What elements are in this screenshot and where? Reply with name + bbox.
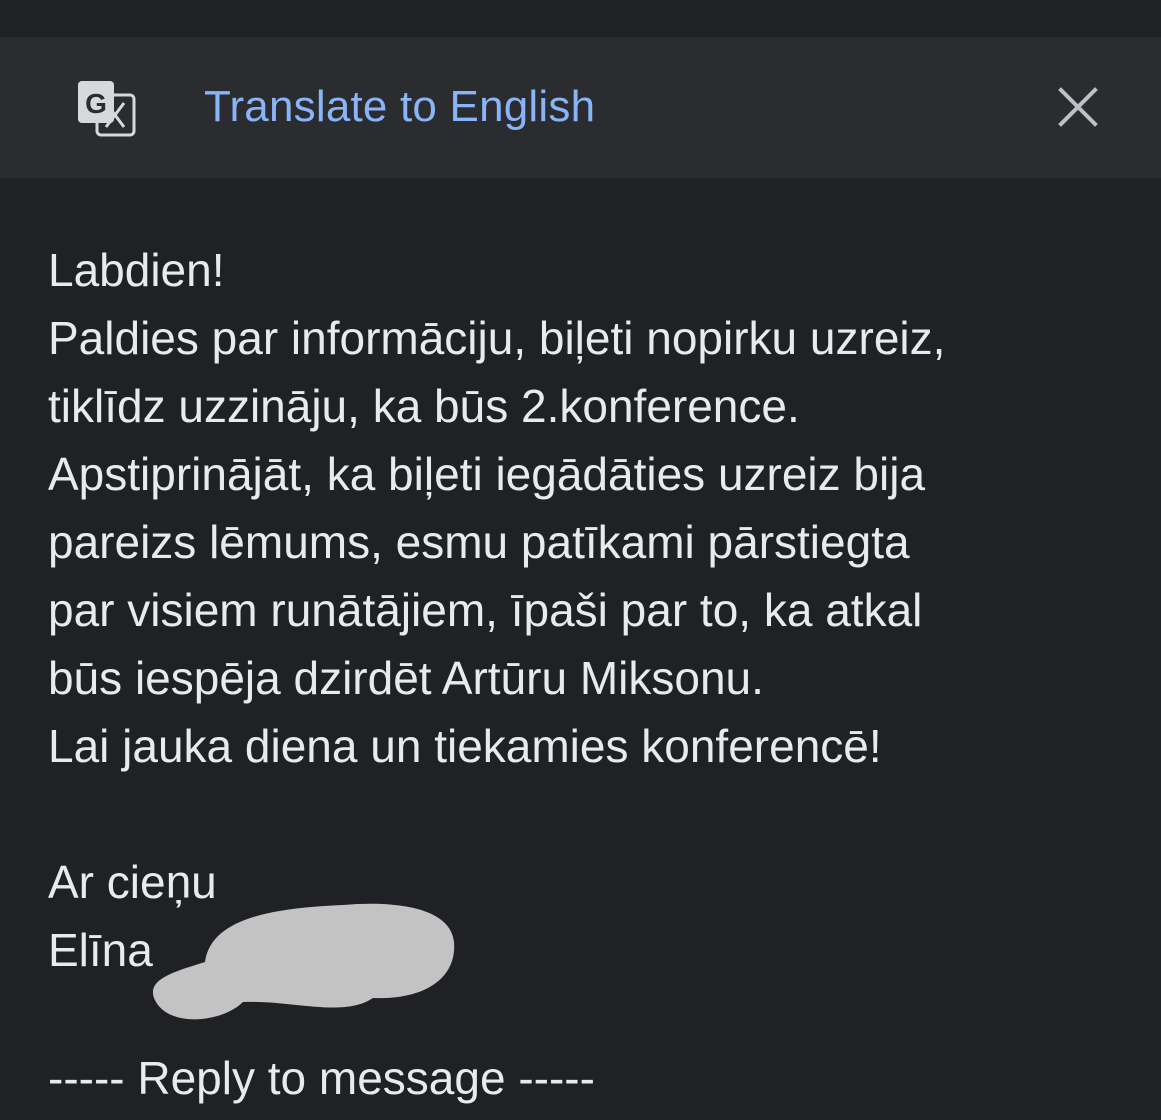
message-line: pareizs lēmums, esmu patīkami pārstiegta: [48, 516, 910, 568]
message-line: tiklīdz uzzināju, ka būs 2.konference.: [48, 380, 800, 432]
svg-text:G: G: [85, 88, 107, 119]
message-line: Labdien!: [48, 244, 225, 296]
reply-to-message-divider[interactable]: ----- Reply to message -----: [48, 1046, 595, 1110]
email-message-body: Labdien! Paldies par informāciju, biļeti…: [48, 236, 1148, 984]
status-bar-area: [0, 0, 1161, 37]
translate-to-english-link[interactable]: Translate to English: [204, 81, 595, 133]
message-line: Lai jauka diena un tiekamies konferencē!: [48, 720, 882, 772]
translate-banner: G Translate to English: [0, 37, 1161, 178]
message-line: būs iespēja dzirdēt Artūru Miksonu.: [48, 652, 764, 704]
google-translate-icon[interactable]: G: [76, 79, 136, 137]
message-line: par visiem runātājiem, īpaši par to, ka …: [48, 584, 923, 636]
message-line: Paldies par informāciju, biļeti nopirku …: [48, 312, 946, 364]
close-icon[interactable]: [1052, 81, 1104, 133]
message-line: Apstiprinājāt, ka biļeti iegādāties uzre…: [48, 448, 926, 500]
redaction-blur: [153, 903, 455, 1020]
